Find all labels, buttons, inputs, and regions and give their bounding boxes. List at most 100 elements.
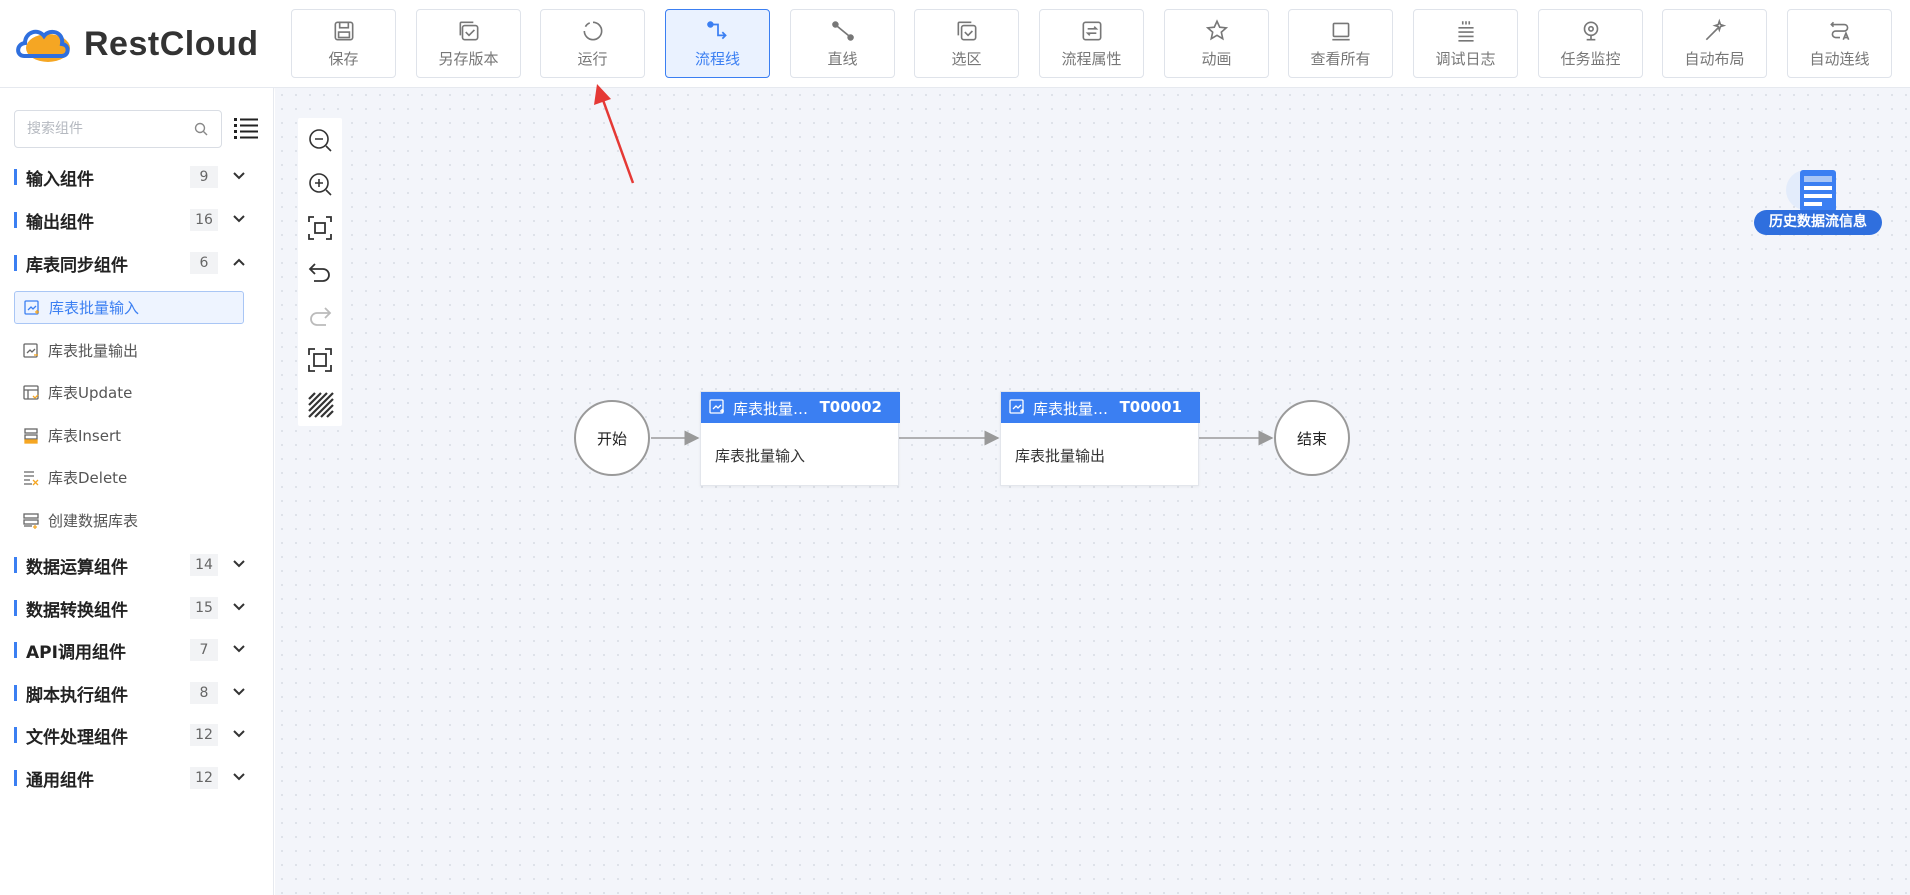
group-input[interactable]: 输入组件 9 — [0, 158, 274, 196]
group-label: API调用组件 — [26, 642, 126, 663]
sidebar-item-label: 库表Delete — [48, 469, 128, 487]
task-monitor-label: 任务监控 — [1560, 50, 1621, 68]
redo-button[interactable] — [306, 302, 334, 330]
flow-node-body: 库表批量输入 — [715, 447, 806, 465]
debug-log-button[interactable]: 调试日志 — [1413, 9, 1518, 78]
chevron-down-icon[interactable] — [232, 559, 246, 569]
start-node[interactable]: 开始 — [574, 400, 650, 476]
straight-line-label: 直线 — [827, 50, 858, 68]
create-table-icon — [23, 512, 39, 529]
save-label: 保存 — [328, 50, 359, 68]
sidebar-item-label: 创建数据库表 — [48, 512, 139, 530]
animation-label: 动画 — [1201, 50, 1232, 68]
search-input[interactable] — [15, 111, 175, 147]
history-dataflow-widget[interactable]: 历史数据流信息 — [1754, 160, 1882, 235]
batch-input-icon — [24, 299, 39, 315]
group-output[interactable]: 输出组件 16 — [0, 201, 274, 239]
group-data-compute[interactable]: 数据运算组件 14 — [0, 546, 274, 584]
chevron-down-icon[interactable] — [232, 772, 246, 782]
table-update-icon — [23, 384, 39, 400]
auto-connect-button[interactable]: 自动连线 — [1787, 9, 1892, 78]
sidebar-item-table-insert[interactable]: 库表Insert — [14, 419, 244, 452]
flow-node-batch-input[interactable]: 库表批量… T00002 库表批量输入 — [700, 391, 900, 486]
group-count: 12 — [190, 767, 218, 789]
group-label: 通用组件 — [26, 770, 94, 791]
group-indicator — [14, 600, 17, 616]
group-indicator — [14, 685, 17, 701]
group-indicator — [14, 642, 17, 658]
debug-log-label: 调试日志 — [1435, 50, 1496, 68]
chevron-down-icon[interactable] — [232, 644, 246, 654]
fullscreen-button[interactable] — [306, 346, 334, 374]
sidebar-item-batch-input[interactable]: 库表批量输入 — [14, 291, 244, 324]
document-stack-icon — [1786, 170, 1836, 212]
group-count: 12 — [190, 724, 218, 746]
group-label: 输入组件 — [26, 169, 94, 190]
chevron-down-icon[interactable] — [232, 214, 246, 224]
group-general[interactable]: 通用组件 12 — [0, 759, 274, 797]
search-icon[interactable] — [193, 121, 209, 137]
group-table-sync[interactable]: 库表同步组件 6 — [0, 244, 274, 282]
group-label: 库表同步组件 — [26, 255, 128, 276]
zoom-in-button[interactable] — [306, 170, 334, 198]
group-script-exec[interactable]: 脚本执行组件 8 — [0, 674, 274, 712]
group-file-process[interactable]: 文件处理组件 12 — [0, 716, 274, 754]
flow-node-title: 库表批量… — [1033, 400, 1109, 418]
chevron-up-icon[interactable] — [232, 257, 246, 267]
sidebar-item-table-delete[interactable]: 库表Delete — [14, 461, 244, 494]
view-all-icon — [1331, 22, 1350, 41]
list-view-icon[interactable] — [234, 117, 258, 139]
straight-line-button[interactable]: 直线 — [790, 9, 895, 78]
group-count: 14 — [190, 554, 218, 576]
fit-view-button[interactable] — [306, 214, 334, 242]
group-label: 脚本执行组件 — [26, 685, 128, 706]
end-node-label: 结束 — [1296, 429, 1327, 448]
auto-layout-label: 自动布局 — [1684, 50, 1745, 68]
logo: RestCloud — [14, 22, 259, 66]
zoom-out-button[interactable] — [306, 126, 334, 154]
flow-node-header: 库表批量… T00001 — [1001, 392, 1200, 423]
flow-node-batch-output[interactable]: 库表批量… T00001 库表批量输出 — [1000, 391, 1200, 486]
save-button[interactable]: 保存 — [291, 9, 396, 78]
flow-canvas[interactable] — [275, 88, 1910, 895]
undo-button[interactable] — [306, 258, 334, 286]
sidebar-item-table-update[interactable]: 库表Update — [14, 376, 244, 409]
search-box — [14, 110, 222, 148]
animation-button[interactable]: 动画 — [1164, 9, 1269, 78]
chevron-down-icon[interactable] — [232, 602, 246, 612]
task-monitor-button[interactable]: 任务监控 — [1538, 9, 1643, 78]
brand-name: RestCloud — [84, 24, 259, 63]
sidebar-item-label: 库表批量输出 — [48, 342, 139, 360]
flowline-icon — [706, 21, 727, 40]
chevron-down-icon[interactable] — [232, 687, 246, 697]
grid-toggle-button[interactable] — [306, 390, 334, 418]
group-count: 9 — [190, 166, 218, 188]
group-indicator — [14, 727, 17, 743]
flowline-label: 流程线 — [694, 50, 740, 68]
end-node[interactable]: 结束 — [1274, 400, 1350, 476]
sidebar-item-batch-output[interactable]: 库表批量输出 — [14, 334, 244, 367]
chevron-down-icon[interactable] — [232, 171, 246, 181]
flowline-button[interactable]: 流程线 — [665, 9, 770, 78]
flow-properties-button[interactable]: 流程属性 — [1039, 9, 1144, 78]
view-all-button[interactable]: 查看所有 — [1288, 9, 1393, 78]
auto-layout-icon — [1705, 18, 1726, 41]
save-version-button[interactable]: 另存版本 — [416, 9, 521, 78]
group-count: 16 — [190, 209, 218, 231]
zoom-in-icon — [309, 173, 332, 196]
select-area-label: 选区 — [951, 50, 982, 68]
sidebar-item-create-table[interactable]: 创建数据库表 — [14, 504, 244, 537]
auto-layout-button[interactable]: 自动布局 — [1662, 9, 1767, 78]
run-button[interactable]: 运行 — [540, 9, 645, 78]
group-api-call[interactable]: API调用组件 7 — [0, 631, 274, 669]
group-indicator — [14, 212, 17, 228]
chevron-down-icon[interactable] — [232, 729, 246, 739]
view-all-label: 查看所有 — [1310, 50, 1371, 68]
flow-node-header: 库表批量… T00002 — [701, 392, 900, 423]
group-data-transform[interactable]: 数据转换组件 15 — [0, 589, 274, 627]
group-indicator — [14, 770, 17, 786]
sidebar-item-label: 库表Update — [48, 384, 133, 402]
hatch-grid-icon — [308, 392, 334, 418]
select-area-button[interactable]: 选区 — [914, 9, 1019, 78]
group-label: 文件处理组件 — [26, 727, 128, 748]
